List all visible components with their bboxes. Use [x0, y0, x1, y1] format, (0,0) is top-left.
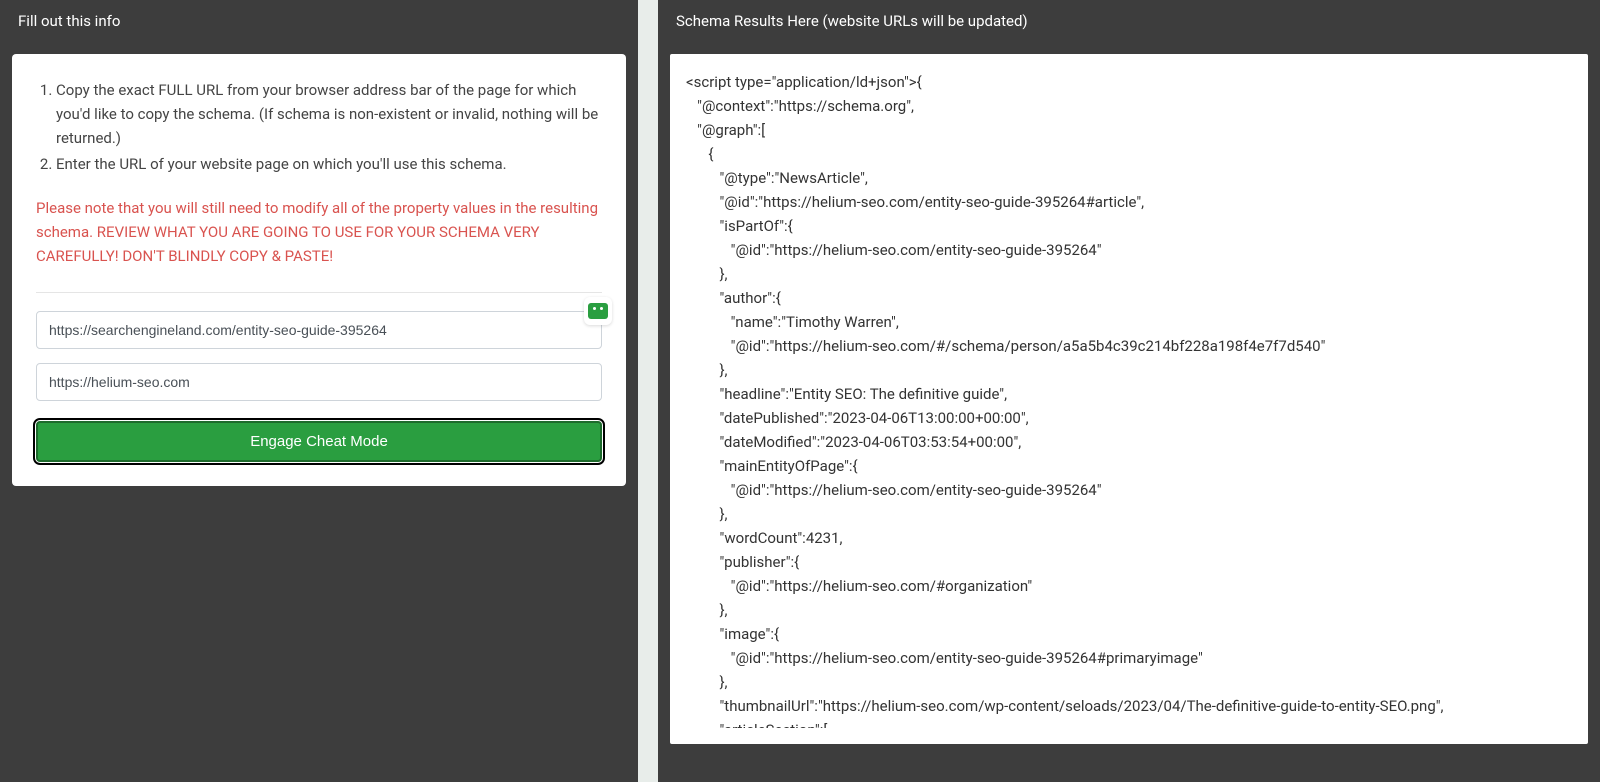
right-panel: Schema Results Here (website URLs will b… [658, 0, 1600, 782]
source-url-input[interactable] [36, 311, 602, 349]
right-panel-header: Schema Results Here (website URLs will b… [658, 0, 1600, 42]
schema-output[interactable]: <script type="application/ld+json">{ "@c… [686, 70, 1572, 728]
right-panel-body: <script type="application/ld+json">{ "@c… [658, 42, 1600, 782]
left-panel-header: Fill out this info [0, 0, 638, 42]
robot-icon [584, 297, 612, 325]
instructions: Copy the exact FULL URL from your browse… [36, 78, 602, 176]
warning-text: Please note that you will still need to … [36, 196, 602, 268]
instruction-item: Copy the exact FULL URL from your browse… [56, 78, 602, 150]
target-url-input[interactable] [36, 363, 602, 401]
results-container: <script type="application/ld+json">{ "@c… [670, 54, 1588, 744]
engage-button[interactable]: Engage Cheat Mode [36, 421, 602, 462]
left-panel-body: Copy the exact FULL URL from your browse… [0, 42, 638, 782]
target-url-group [36, 363, 602, 401]
left-panel: Fill out this info Copy the exact FULL U… [0, 0, 638, 782]
divider [36, 292, 602, 293]
source-url-group [36, 311, 602, 349]
results-scroll[interactable]: <script type="application/ld+json">{ "@c… [686, 70, 1582, 728]
instruction-item: Enter the URL of your website page on wh… [56, 152, 602, 176]
form-card: Copy the exact FULL URL from your browse… [12, 54, 626, 486]
